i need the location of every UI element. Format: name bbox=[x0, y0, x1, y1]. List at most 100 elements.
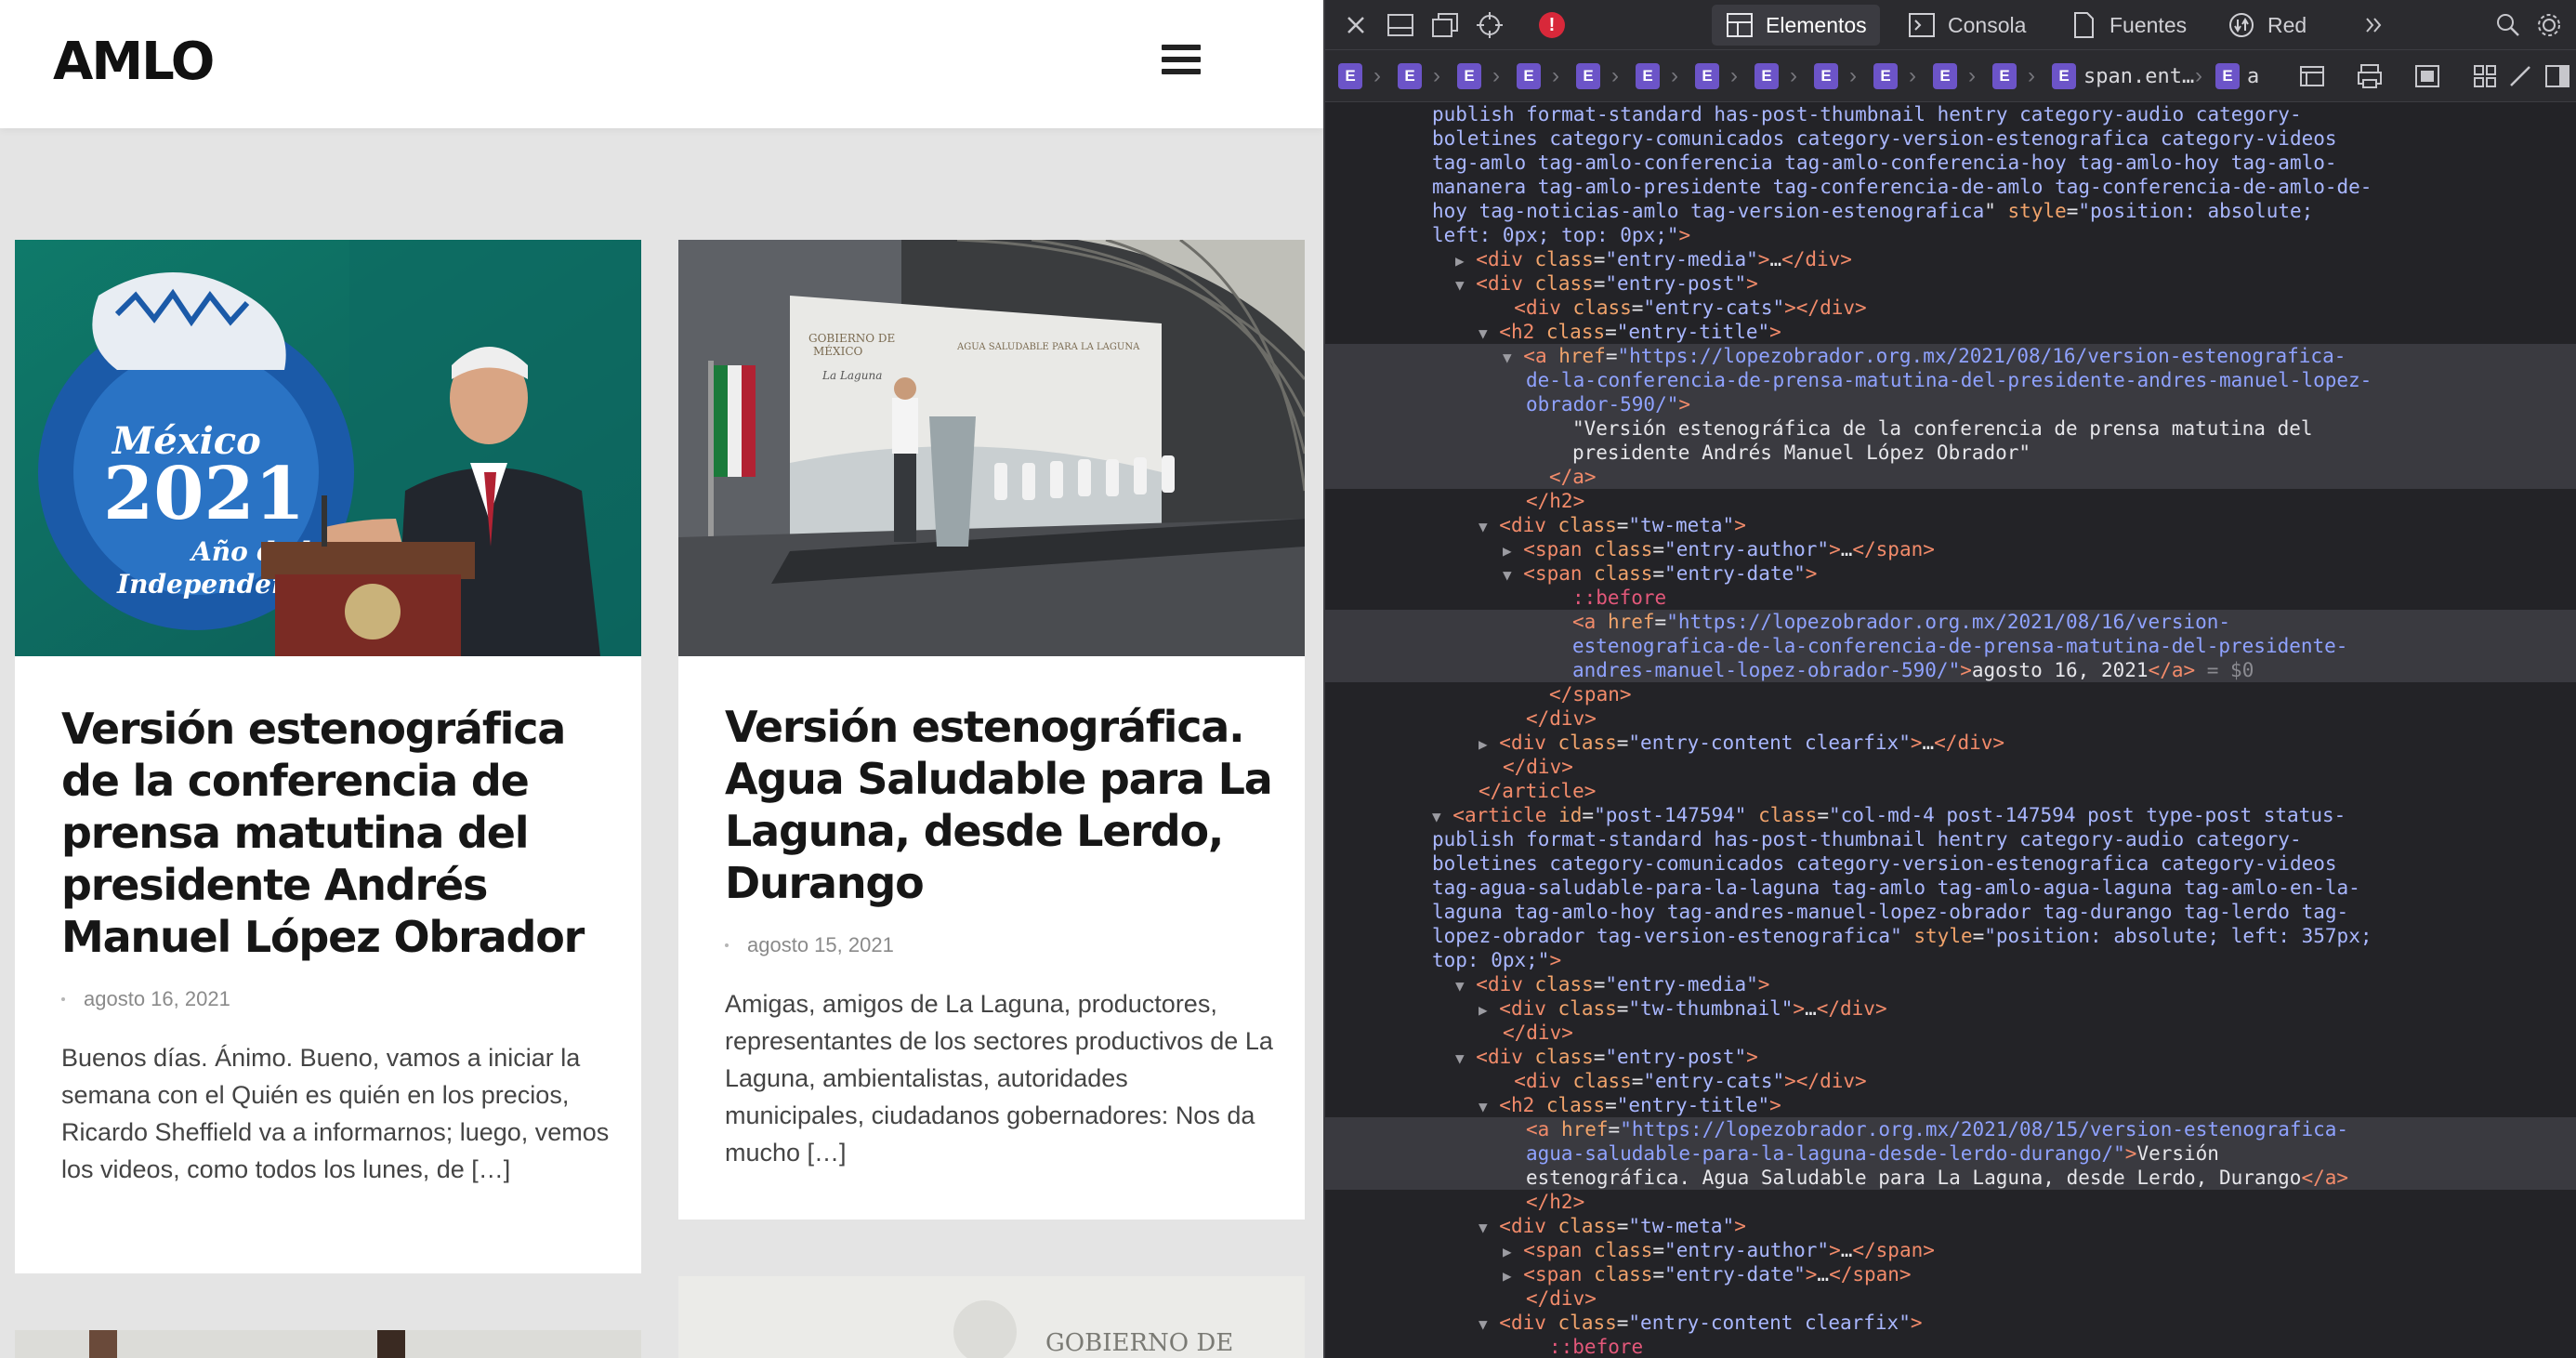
breadcrumb-item[interactable]: E bbox=[1695, 62, 1727, 90]
dom-tree-line[interactable]: <a href="https://lopezobrador.org.mx/202… bbox=[1325, 1117, 2576, 1141]
dom-tree-line[interactable]: <div class="entry-cats"></div> bbox=[1325, 1069, 2576, 1093]
dom-tree-line[interactable]: tag-amlo tag-amlo-conferencia tag-amlo-c… bbox=[1325, 151, 2576, 175]
post-thumbnail[interactable]: GOBIERNO DE bbox=[678, 1276, 1305, 1358]
dom-tree-line[interactable]: ▶ <div class="entry-media">…</div> bbox=[1325, 247, 2576, 271]
dom-tree-line[interactable]: lopez-obrador tag-version-estenografica"… bbox=[1325, 924, 2576, 948]
dom-tree-line[interactable]: de-la-conferencia-de-prensa-matutina-del… bbox=[1325, 368, 2576, 392]
tab-console[interactable]: Consola bbox=[1894, 5, 2039, 46]
dom-tree-line[interactable]: </h2> bbox=[1325, 489, 2576, 513]
collapsed-triangle-icon[interactable]: ▶ bbox=[1479, 735, 1488, 753]
dock-bottom-icon[interactable] bbox=[1385, 9, 1416, 41]
site-logo[interactable]: AMLO bbox=[53, 28, 215, 97]
print-icon[interactable] bbox=[2355, 61, 2385, 91]
collapsed-triangle-icon[interactable]: ▶ bbox=[1503, 1267, 1512, 1285]
close-icon[interactable] bbox=[1340, 9, 1372, 41]
dom-tree-line[interactable]: ▼ <div class="entry-media"> bbox=[1325, 972, 2576, 996]
expanded-triangle-icon[interactable]: ▼ bbox=[1479, 1219, 1488, 1236]
tab-elements[interactable]: Elementos bbox=[1712, 5, 1880, 46]
breadcrumb-item[interactable]: E bbox=[1398, 62, 1429, 90]
dom-tree-line[interactable]: ▶ <span class="entry-author">…</span> bbox=[1325, 537, 2576, 561]
dom-tree-line[interactable]: ▶ <span class="entry-date">…</span> bbox=[1325, 1262, 2576, 1286]
breadcrumb-item[interactable]: E bbox=[1873, 62, 1905, 90]
dom-tree-line[interactable]: boletines category-comunicados category-… bbox=[1325, 851, 2576, 876]
post-title-link[interactable]: Versión estenográfica. Agua Saludable pa… bbox=[725, 701, 1273, 909]
sidebar-toggle-icon[interactable] bbox=[2543, 61, 2572, 91]
search-icon[interactable] bbox=[2492, 9, 2524, 41]
dom-tree-line[interactable]: ▼ <h2 class="entry-title"> bbox=[1325, 1093, 2576, 1117]
collapsed-triangle-icon[interactable]: ▶ bbox=[1455, 252, 1465, 270]
dom-tree-line[interactable]: estenografica-de-la-conferencia-de-prens… bbox=[1325, 634, 2576, 658]
breadcrumb-item[interactable]: E bbox=[1814, 62, 1846, 90]
dom-tree-line[interactable]: </div> bbox=[1325, 755, 2576, 779]
expanded-triangle-icon[interactable]: ▼ bbox=[1432, 808, 1441, 825]
post-title-link[interactable]: Versión estenográfica de la conferencia … bbox=[61, 703, 610, 963]
dom-tree-line[interactable]: ▼ <h2 class="entry-title"> bbox=[1325, 320, 2576, 344]
dom-tree-line[interactable]: presidente Andrés Manuel López Obrador" bbox=[1325, 441, 2576, 465]
dom-tree-line[interactable]: ▶ <span class="entry-author">…</span> bbox=[1325, 1238, 2576, 1262]
element-picker-icon[interactable] bbox=[1474, 9, 1505, 41]
post-thumbnail[interactable]: GOBIERNO DE MÉXICO AGUA SALUDABLE PARA L… bbox=[678, 240, 1305, 656]
breadcrumb-item[interactable]: E bbox=[1933, 62, 1965, 90]
dom-tree-line[interactable]: publish format-standard has-post-thumbna… bbox=[1325, 102, 2576, 126]
dom-tree-line[interactable]: </div> bbox=[1325, 1021, 2576, 1045]
dom-tree-line[interactable]: hoy tag-noticias-amlo tag-version-esteno… bbox=[1325, 199, 2576, 223]
post-date-link[interactable]: agosto 15, 2021 bbox=[747, 933, 894, 957]
dom-tree-line[interactable]: </div> bbox=[1325, 1286, 2576, 1311]
dom-tree-line[interactable]: mananera tag-amlo-presidente tag-confere… bbox=[1325, 175, 2576, 199]
hamburger-menu-icon[interactable] bbox=[1162, 43, 1203, 76]
collapsed-triangle-icon[interactable]: ▶ bbox=[1479, 1001, 1488, 1019]
expanded-triangle-icon[interactable]: ▼ bbox=[1479, 1315, 1488, 1333]
collapsed-triangle-icon[interactable]: ▶ bbox=[1503, 1243, 1512, 1260]
breadcrumb-item[interactable]: E bbox=[1457, 62, 1489, 90]
breadcrumb-item[interactable]: E bbox=[1755, 62, 1786, 90]
dom-tree-line[interactable]: ▼ <div class="entry-content clearfix"> bbox=[1325, 1311, 2576, 1335]
post-date-link[interactable]: agosto 16, 2021 bbox=[84, 987, 230, 1011]
expanded-triangle-icon[interactable]: ▼ bbox=[1479, 1098, 1488, 1115]
expanded-triangle-icon[interactable]: ▼ bbox=[1455, 276, 1465, 294]
collapsed-triangle-icon[interactable]: ▶ bbox=[1503, 542, 1512, 560]
breadcrumb-item-span[interactable]: Espan.ent… bbox=[2052, 62, 2194, 90]
error-indicator-icon[interactable]: ! bbox=[1539, 12, 1565, 38]
dom-tree-line[interactable]: ▼ <div class="entry-post"> bbox=[1325, 1045, 2576, 1069]
dom-tree-line[interactable]: obrador-590/"> bbox=[1325, 392, 2576, 416]
dom-tree-line[interactable]: ▼ <div class="tw-meta"> bbox=[1325, 1214, 2576, 1238]
dom-tree-line[interactable]: agua-saludable-para-la-laguna-desde-lerd… bbox=[1325, 1141, 2576, 1166]
breadcrumb-item[interactable]: E bbox=[1636, 62, 1667, 90]
expanded-triangle-icon[interactable]: ▼ bbox=[1455, 1049, 1465, 1067]
box-model-icon[interactable] bbox=[2412, 61, 2442, 91]
dom-tree-line[interactable]: </h2> bbox=[1325, 1190, 2576, 1214]
breadcrumb-item[interactable]: E bbox=[1517, 62, 1548, 90]
breadcrumb-item[interactable]: E bbox=[1992, 62, 2024, 90]
dom-tree-line[interactable]: ▶ <div class="entry-content clearfix">…<… bbox=[1325, 731, 2576, 755]
expanded-triangle-icon[interactable]: ▼ bbox=[1479, 518, 1488, 535]
dom-tree-line[interactable]: ▼ <span class="entry-date"> bbox=[1325, 561, 2576, 586]
dom-tree-line[interactable]: ▼ <div class="tw-meta"> bbox=[1325, 513, 2576, 537]
dom-tree-line[interactable]: ::before bbox=[1325, 1335, 2576, 1358]
dom-tree-line[interactable]: </article> bbox=[1325, 779, 2576, 803]
dom-tree-line[interactable]: <div class="entry-cats"></div> bbox=[1325, 296, 2576, 320]
dom-tree-line[interactable]: ▼ <a href="https://lopezobrador.org.mx/2… bbox=[1325, 344, 2576, 368]
dom-tree-line[interactable]: left: 0px; top: 0px;"> bbox=[1325, 223, 2576, 247]
dom-tree-line[interactable]: tag-agua-saludable-para-la-laguna tag-am… bbox=[1325, 876, 2576, 900]
dom-tree-line[interactable]: </a> bbox=[1325, 465, 2576, 489]
dom-tree-line[interactable]: </div> bbox=[1325, 706, 2576, 731]
dom-tree-line[interactable]: top: 0px;"> bbox=[1325, 948, 2576, 972]
dom-tree-line[interactable]: laguna tag-amlo-hoy tag-andres-manuel-lo… bbox=[1325, 900, 2576, 924]
dom-tree-line[interactable]: "Versión estenográfica de la conferencia… bbox=[1325, 416, 2576, 441]
grid-overlay-icon[interactable] bbox=[2470, 61, 2500, 91]
tab-sources[interactable]: Fuentes bbox=[2056, 5, 2200, 46]
detach-window-icon[interactable] bbox=[1429, 9, 1461, 41]
breadcrumb-item[interactable]: E bbox=[1576, 62, 1608, 90]
dom-tree-line[interactable]: boletines category-comunicados category-… bbox=[1325, 126, 2576, 151]
expanded-triangle-icon[interactable]: ▼ bbox=[1503, 566, 1512, 584]
dom-tree-line[interactable]: ▶ <div class="tw-thumbnail">…</div> bbox=[1325, 996, 2576, 1021]
expanded-triangle-icon[interactable]: ▼ bbox=[1479, 324, 1488, 342]
expanded-triangle-icon[interactable]: ▼ bbox=[1503, 349, 1512, 366]
post-thumbnail[interactable]: México 2021 Año de la Independencia bbox=[15, 240, 641, 656]
tab-network[interactable]: Red bbox=[2214, 5, 2320, 46]
layout-icon[interactable] bbox=[2297, 61, 2327, 91]
dom-tree-line[interactable]: estenográfica. Agua Saludable para La La… bbox=[1325, 1166, 2576, 1190]
expanded-triangle-icon[interactable]: ▼ bbox=[1455, 977, 1465, 995]
dom-tree-line[interactable]: andres-manuel-lopez-obrador-590/">agosto… bbox=[1325, 658, 2576, 682]
dom-tree-line[interactable]: ▼ <article id="post-147594" class="col-m… bbox=[1325, 803, 2576, 827]
